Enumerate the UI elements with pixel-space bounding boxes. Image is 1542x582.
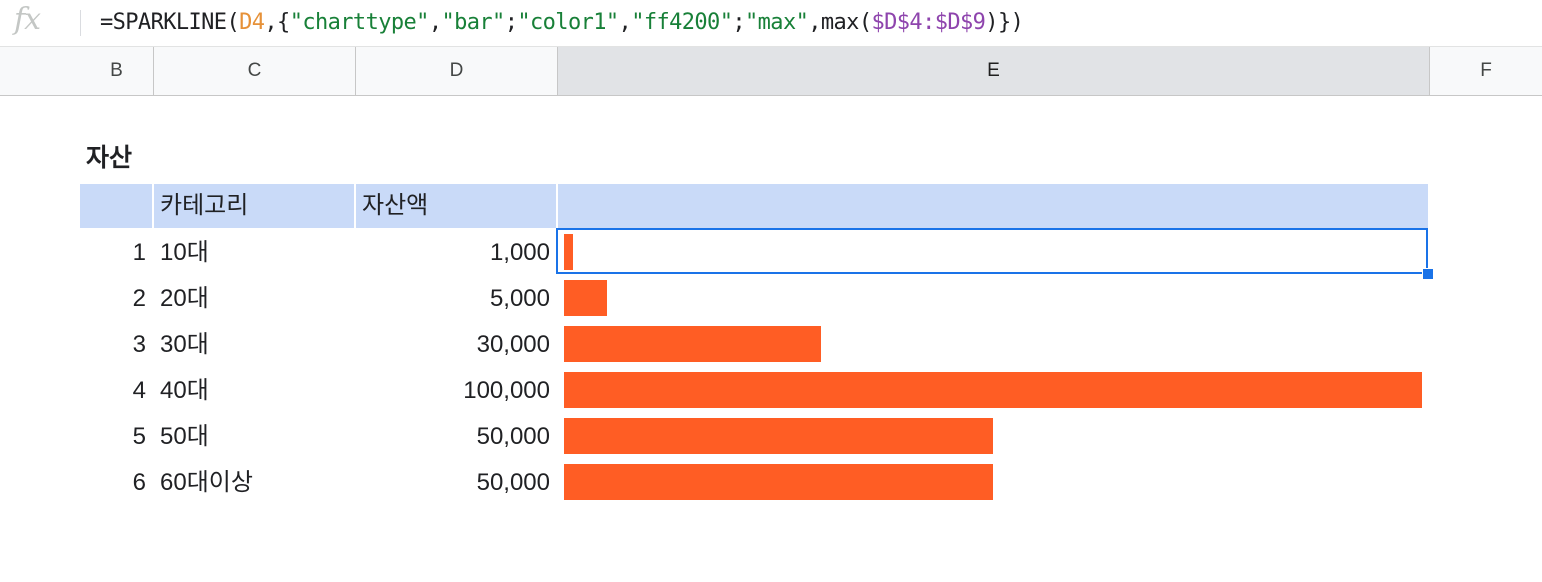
category-cell[interactable]: 40대 xyxy=(160,368,209,414)
column-header-row: B C D E F xyxy=(0,47,1542,96)
row-index[interactable]: 6 xyxy=(80,460,146,506)
formula-token: , xyxy=(428,10,442,35)
formula-token: =SPARKLINE( xyxy=(100,10,240,35)
column-header-f[interactable]: F xyxy=(1430,47,1542,95)
category-cell[interactable]: 20대 xyxy=(160,276,209,322)
formula-token: D4 xyxy=(239,10,265,35)
amount-cell[interactable]: 1,000 xyxy=(354,230,550,276)
amount-cell[interactable]: 50,000 xyxy=(354,414,550,460)
header-amount: 자산액 xyxy=(362,192,429,219)
sparkline-bar xyxy=(564,464,993,500)
sparkline-bar xyxy=(564,326,821,362)
sheet-title[interactable]: 자산 xyxy=(86,138,132,174)
amount-cell[interactable]: 5,000 xyxy=(354,276,550,322)
amount-cell[interactable]: 30,000 xyxy=(354,322,550,368)
fx-icon: fx xyxy=(14,2,41,37)
formula-token: $D$4:$D$9 xyxy=(871,10,986,35)
formula-token: , xyxy=(618,10,632,35)
formula-token: "bar" xyxy=(441,10,505,35)
header-divider xyxy=(354,184,356,228)
category-cell[interactable]: 10대 xyxy=(160,230,209,276)
category-cell[interactable]: 50대 xyxy=(160,414,209,460)
formula-token: "max" xyxy=(745,10,809,35)
formula-token: ,{ xyxy=(264,10,290,35)
sparkline-bar xyxy=(564,418,993,454)
table-header-row[interactable]: 카테고리 자산액 xyxy=(80,184,1428,228)
column-header-e[interactable]: E xyxy=(558,47,1430,95)
formula-token: "charttype" xyxy=(289,10,430,35)
category-cell[interactable]: 30대 xyxy=(160,322,209,368)
fill-handle[interactable] xyxy=(1422,268,1434,280)
formula-token: "ff4200" xyxy=(631,10,733,35)
formula-token: )}) xyxy=(985,10,1024,35)
header-category: 카테고리 xyxy=(160,192,249,219)
header-divider xyxy=(556,184,558,228)
sparkline-bar xyxy=(564,372,1422,408)
selected-cell-e4[interactable] xyxy=(556,228,1428,274)
amount-cell[interactable]: 50,000 xyxy=(354,460,550,506)
formula-token: ,max( xyxy=(808,10,872,35)
row-index[interactable]: 1 xyxy=(80,230,146,276)
formula-input[interactable]: =SPARKLINE(D4,{"charttype","bar";"color1… xyxy=(100,8,1024,38)
column-header-c[interactable]: C xyxy=(154,47,356,95)
formula-token: ; xyxy=(504,10,518,35)
category-cell[interactable]: 60대이상 xyxy=(160,460,253,506)
formula-bar-divider xyxy=(80,10,81,36)
formula-bar: fx =SPARKLINE(D4,{"charttype","bar";"col… xyxy=(0,0,1542,47)
column-header-d[interactable]: D xyxy=(356,47,558,95)
sparkline-bar xyxy=(564,280,607,316)
row-index[interactable]: 3 xyxy=(80,322,146,368)
formula-token: "color1" xyxy=(517,10,619,35)
row-index[interactable]: 2 xyxy=(80,276,146,322)
row-index[interactable]: 4 xyxy=(80,368,146,414)
row-index[interactable]: 5 xyxy=(80,414,146,460)
column-header-b[interactable]: B xyxy=(80,47,154,95)
header-divider xyxy=(152,184,154,228)
formula-token: ; xyxy=(732,10,746,35)
amount-cell[interactable]: 100,000 xyxy=(354,368,550,414)
